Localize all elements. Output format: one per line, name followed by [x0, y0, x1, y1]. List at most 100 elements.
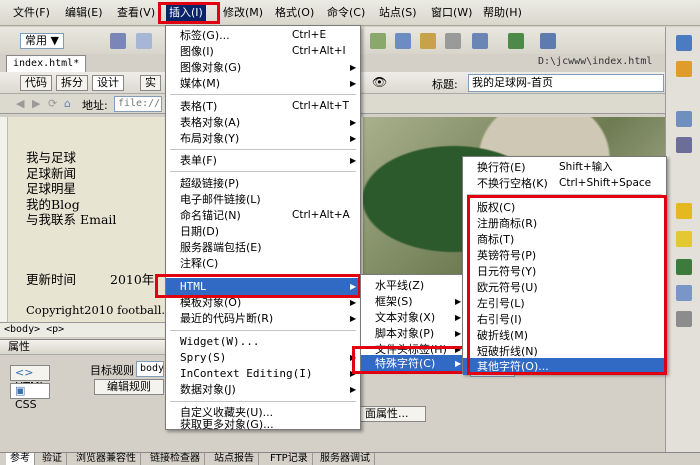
insert-menu-item-image[interactable]: 图像(I) Ctrl+Alt+I	[166, 43, 360, 60]
ap-elements-icon[interactable]	[676, 111, 692, 127]
insert-menu-item-hyperlink[interactable]: 超级链接(P)	[166, 175, 360, 192]
tab-browser-compat[interactable]: 浏览器兼容性	[72, 453, 141, 465]
live-view-button[interactable]: 实	[140, 75, 161, 91]
image-icon[interactable]	[420, 33, 436, 49]
insert-menu-item-table-objects[interactable]: 表格对象(A) ▶	[166, 114, 360, 131]
special-char-right-quote[interactable]: 右引号(I)	[463, 311, 666, 328]
menu-help[interactable]: 帮助(H)	[480, 4, 525, 22]
home-icon[interactable]: ⌂	[64, 97, 71, 110]
insert-menu-item-data-objects[interactable]: 数据对象(J) ▶	[166, 381, 360, 398]
email-link-icon[interactable]	[136, 33, 152, 49]
forward-arrow-icon[interactable]: ▶	[32, 97, 40, 110]
insert-menu-item-spry[interactable]: Spry(S) ▶	[166, 349, 360, 366]
tab-link-checker[interactable]: 链接检查器	[146, 453, 205, 465]
nav-link-football-news[interactable]: 足球新闻	[26, 166, 116, 182]
special-char-euro[interactable]: 欧元符号(U)	[463, 279, 666, 296]
nav-link-blog[interactable]: 我的Blog	[26, 197, 116, 213]
special-char-em-dash[interactable]: 破折线(M)	[463, 327, 666, 344]
target-rule-select[interactable]: body	[136, 361, 164, 377]
bindings-icon[interactable]	[676, 137, 692, 153]
back-arrow-icon[interactable]: ◀	[16, 97, 24, 110]
menu-edit[interactable]: 编辑(E)	[62, 4, 106, 22]
address-input[interactable]: file:///	[114, 96, 162, 112]
files-icon[interactable]	[676, 203, 692, 219]
date-icon[interactable]	[472, 33, 488, 49]
menu-commands[interactable]: 命令(C)	[324, 4, 368, 22]
tab-server-debug[interactable]: 服务器调试	[316, 453, 375, 465]
special-char-line-break[interactable]: 换行符(E) Shift+输入	[463, 159, 666, 176]
insert-menu-item-email-link[interactable]: 电子邮件链接(L)	[166, 191, 360, 208]
menu-site[interactable]: 站点(S)	[376, 4, 420, 22]
menu-window[interactable]: 窗口(W)	[428, 4, 475, 22]
table-icon[interactable]	[370, 33, 386, 49]
insert-menu-item-template-objects[interactable]: 模板对象(O) ▶	[166, 294, 360, 311]
template-icon[interactable]	[508, 33, 524, 49]
html-submenu-item-text-objects[interactable]: 文本对象(X) ▶	[361, 309, 465, 326]
insert-menu-item-tag[interactable]: 标签(G)... Ctrl+E	[166, 27, 360, 44]
insert-menu-item-incontext-editing[interactable]: InContext Editing(I) ▶	[166, 365, 360, 382]
insert-menu-item-get-more-objects[interactable]: 获取更多对象(G)...	[166, 418, 360, 431]
split-view-button[interactable]: 拆分	[56, 75, 88, 91]
layer-icon[interactable]	[395, 33, 411, 49]
menu-format[interactable]: 格式(O)	[272, 4, 317, 22]
css-styles-icon[interactable]	[676, 61, 692, 77]
eye-icon[interactable]: 👁	[372, 75, 387, 89]
nav-link-contact[interactable]: 与我联系 Email	[26, 212, 116, 228]
behaviors-icon[interactable]	[676, 311, 692, 327]
insert-menu-item-html[interactable]: HTML ▶	[166, 278, 360, 295]
tag-chooser-icon[interactable]	[540, 33, 556, 49]
special-char-nbsp[interactable]: 不换行空格(K) Ctrl+Shift+Space	[463, 175, 666, 192]
refresh-icon[interactable]: ⟳	[48, 97, 57, 110]
html-mode-button[interactable]: <> HTML	[10, 365, 50, 393]
menu-insert[interactable]: 插入(I)	[166, 4, 206, 22]
insert-menu-item-image-objects[interactable]: 图像对象(G) ▶	[166, 59, 360, 76]
title-input[interactable]: 我的足球网-首页	[468, 74, 664, 92]
assets-icon[interactable]	[676, 231, 692, 247]
html-submenu-item-frames[interactable]: 框架(S) ▶	[361, 293, 465, 310]
insert-panel-icon[interactable]	[676, 35, 692, 51]
insert-menu-item-widget[interactable]: Widget(W)...	[166, 333, 360, 350]
insert-menu-item-layout-objects[interactable]: 布局对象(Y) ▶	[166, 130, 360, 147]
menu-modify[interactable]: 修改(M)	[220, 4, 266, 22]
page-properties-button[interactable]: 面属性...	[360, 406, 426, 422]
insert-menu-item-media[interactable]: 媒体(M) ▶	[166, 75, 360, 92]
right-panel-dock	[665, 27, 700, 452]
special-char-pound[interactable]: 英镑符号(P)	[463, 247, 666, 264]
special-char-copyright[interactable]: 版权(C)	[463, 199, 666, 216]
special-char-other[interactable]: 其他字符(O)...	[463, 358, 666, 375]
special-char-registered[interactable]: 注册商标(R)	[463, 215, 666, 232]
html-submenu-item-script-objects[interactable]: 脚本对象(P) ▶	[361, 325, 465, 342]
insert-menu-item-comment[interactable]: 注释(C)	[166, 255, 360, 272]
document-path: D:\jcwww\index.html	[538, 56, 653, 67]
insert-menu-item-date[interactable]: 日期(D)	[166, 223, 360, 240]
media-icon[interactable]	[445, 33, 461, 49]
nav-link-football-stars[interactable]: 足球明星	[26, 181, 116, 197]
insert-menu-item-form[interactable]: 表单(F) ▶	[166, 152, 360, 169]
toolbar-category-select[interactable]: 常用 ▼	[20, 33, 64, 49]
html-submenu-item-hr[interactable]: 水平线(Z)	[361, 277, 465, 294]
edit-rule-button[interactable]: 编辑规则	[94, 379, 164, 395]
special-char-trademark[interactable]: 商标(T)	[463, 231, 666, 248]
insert-menu-item-server-include[interactable]: 服务器端包括(E)	[166, 239, 360, 256]
insert-menu-item-table[interactable]: 表格(T) Ctrl+Alt+T	[166, 98, 360, 115]
snippets-icon[interactable]	[676, 259, 692, 275]
tag-inspector-icon[interactable]	[676, 285, 692, 301]
menu-file[interactable]: 文件(F)	[10, 4, 53, 22]
special-char-yen[interactable]: 日元符号(Y)	[463, 263, 666, 280]
tab-site-reports[interactable]: 站点报告	[210, 453, 259, 465]
tab-ftp-log[interactable]: FTP记录	[266, 453, 313, 465]
tab-validation[interactable]: 验证	[38, 453, 67, 465]
insert-menu-item-named-anchor[interactable]: 命名锚记(N) Ctrl+Alt+A	[166, 207, 360, 224]
design-view-button[interactable]: 设计	[92, 75, 124, 91]
insert-menu-item-recent-snippets[interactable]: 最近的代码片断(R) ▶	[166, 310, 360, 327]
special-char-left-quote[interactable]: 左引号(L)	[463, 295, 666, 312]
menu-separator	[170, 275, 356, 276]
document-tab[interactable]: index.html*	[6, 55, 87, 72]
hyperlink-icon[interactable]	[110, 33, 126, 49]
tab-reference[interactable]: 参考	[6, 453, 35, 465]
menu-view[interactable]: 查看(V)	[114, 4, 158, 22]
code-view-button[interactable]: 代码	[20, 75, 52, 91]
html-submenu-item-special-chars[interactable]: 特殊字符(C) ▶	[361, 355, 465, 372]
nav-link-me-and-football[interactable]: 我与足球	[26, 150, 116, 166]
css-mode-button[interactable]: ▣ CSS	[10, 383, 50, 411]
